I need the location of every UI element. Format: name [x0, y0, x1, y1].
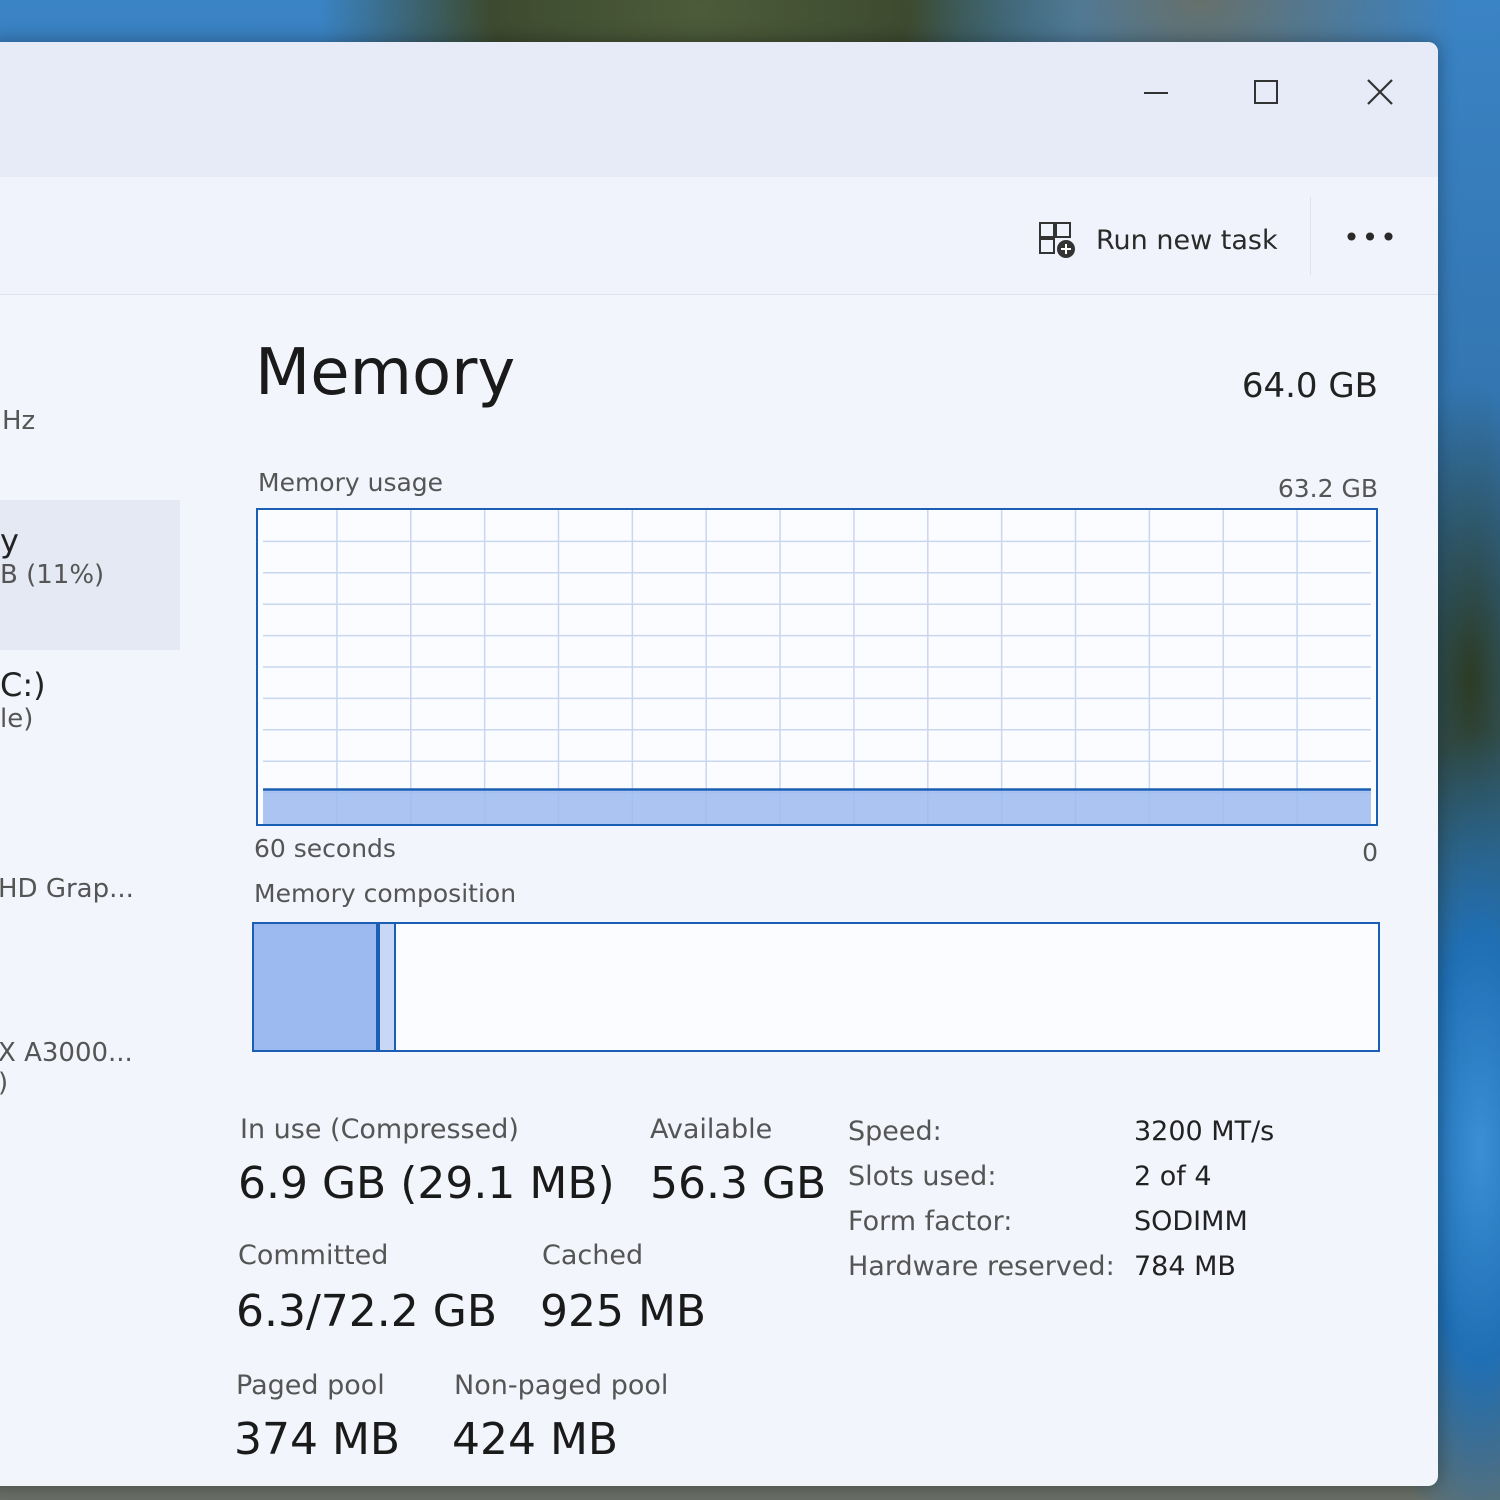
page-title: Memory	[255, 336, 516, 410]
paged-pool-label: Paged pool	[236, 1370, 385, 1401]
sidebar-item-disk-title: C:)	[0, 666, 46, 704]
hardware-reserved-label: Hardware reserved:	[848, 1251, 1115, 1282]
hardware-reserved-value: 784 MB	[1134, 1251, 1236, 1282]
sidebar-item-cpu[interactable]: Hz	[0, 406, 180, 486]
run-new-task-button[interactable]: Run new task	[1038, 215, 1278, 265]
form-factor-label: Form factor:	[848, 1206, 1013, 1237]
sidebar-item-gpu-0[interactable]: HD Grap...	[0, 874, 180, 934]
task-manager-window: Run new task ••• Hz y B (11%) C:) le) HD…	[0, 42, 1438, 1486]
sidebar-item-gpu-1-detail: )	[0, 1068, 180, 1098]
memory-usage-max: 63.2 GB	[1277, 474, 1378, 503]
more-icon: •••	[1343, 220, 1399, 254]
toolbar: Run new task •••	[0, 177, 1438, 295]
in-use-value: 6.9 GB (29.1 MB)	[238, 1158, 615, 1209]
available-value: 56.3 GB	[650, 1158, 827, 1209]
sidebar-item-gpu-0-detail: HD Grap...	[0, 874, 134, 904]
memory-composition-label: Memory composition	[254, 879, 517, 908]
memory-usage-label: Memory usage	[258, 468, 444, 497]
committed-label: Committed	[238, 1240, 389, 1271]
title-bar	[0, 42, 1438, 177]
slots-used-value: 2 of 4	[1134, 1161, 1212, 1192]
cached-label: Cached	[542, 1240, 644, 1271]
toolbar-separator	[1310, 197, 1311, 275]
slots-used-label: Slots used:	[848, 1161, 997, 1192]
sidebar-item-memory-title: y	[0, 522, 19, 560]
sidebar-item-memory-detail: B (11%)	[0, 560, 105, 590]
memory-composition-bar	[252, 922, 1380, 1052]
graph-time-right: 0	[1362, 838, 1378, 867]
sidebar-item-gpu-1-title: X A3000...	[0, 1038, 133, 1068]
close-button[interactable]	[1350, 72, 1410, 112]
usage-area	[263, 789, 1371, 824]
composition-modified-segment	[379, 924, 396, 1050]
run-task-icon	[1039, 222, 1075, 258]
memory-panel: Memory 64.0 GB Memory usage 63.2 GB 60 s…	[190, 296, 1438, 1486]
in-use-label: In use (Compressed)	[240, 1114, 519, 1145]
speed-label: Speed:	[848, 1116, 942, 1147]
available-label: Available	[650, 1114, 773, 1145]
memory-usage-graph	[256, 508, 1378, 826]
speed-value: 3200 MT/s	[1134, 1116, 1275, 1147]
minimize-button[interactable]	[1126, 72, 1186, 112]
form-factor-value: SODIMM	[1134, 1206, 1248, 1237]
graph-time-left: 60 seconds	[254, 834, 396, 863]
sidebar-item-cpu-detail: Hz	[2, 406, 36, 436]
paged-pool-value: 374 MB	[234, 1414, 401, 1465]
close-icon	[1367, 79, 1393, 105]
cached-value: 925 MB	[540, 1286, 707, 1337]
non-paged-pool-value: 424 MB	[452, 1414, 619, 1465]
sidebar-item-disk-detail: le)	[0, 704, 34, 734]
performance-sidebar: Hz y B (11%) C:) le) HD Grap... X A3000.…	[0, 296, 190, 1486]
more-options-button[interactable]: •••	[1343, 217, 1399, 257]
maximize-icon	[1254, 80, 1278, 104]
sidebar-item-gpu-1[interactable]: X A3000... )	[0, 1038, 180, 1128]
sidebar-item-memory[interactable]: y B (11%)	[0, 500, 180, 650]
run-new-task-label: Run new task	[1096, 224, 1278, 256]
committed-value: 6.3/72.2 GB	[236, 1286, 498, 1337]
sidebar-item-disk[interactable]: C:) le)	[0, 666, 180, 766]
composition-in-use-segment	[254, 924, 380, 1050]
total-memory: 64.0 GB	[1241, 366, 1378, 406]
non-paged-pool-label: Non-paged pool	[454, 1370, 669, 1401]
maximize-button[interactable]	[1236, 72, 1296, 112]
minimize-icon	[1144, 92, 1168, 94]
